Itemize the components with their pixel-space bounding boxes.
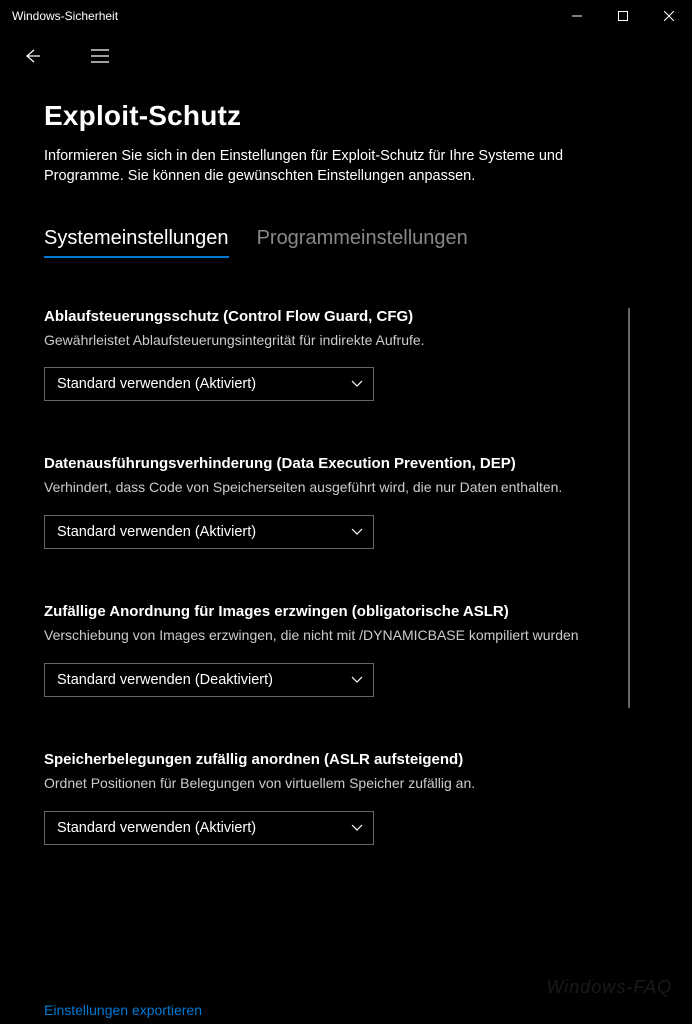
settings-list: Ablaufsteuerungsschutz (Control Flow Gua… <box>44 308 648 846</box>
back-button[interactable] <box>12 36 52 76</box>
minimize-button[interactable] <box>554 0 600 32</box>
watermark: Windows-FAQ <box>546 977 672 998</box>
setting-bottomup-aslr: Speicherbelegungen zufällig anordnen (AS… <box>44 751 608 845</box>
setting-description: Gewährleistet Ablaufsteuerungsintegrität… <box>44 331 604 350</box>
chevron-down-icon <box>351 671 363 689</box>
setting-dep: Datenausführungsverhinderung (Data Execu… <box>44 455 608 549</box>
chevron-down-icon <box>351 819 363 837</box>
setting-dropdown-mandatory-aslr[interactable]: Standard verwenden (Deaktiviert) <box>44 663 374 697</box>
setting-title: Zufällige Anordnung für Images erzwingen… <box>44 603 608 620</box>
setting-description: Verhindert, dass Code von Speicherseiten… <box>44 478 604 497</box>
content-area: Exploit-Schutz Informieren Sie sich in d… <box>0 80 692 845</box>
window-controls <box>554 0 692 32</box>
back-arrow-icon <box>22 46 42 66</box>
maximize-button[interactable] <box>600 0 646 32</box>
dropdown-value: Standard verwenden (Aktiviert) <box>57 376 256 392</box>
hamburger-icon <box>91 49 109 63</box>
tab-program-settings[interactable]: Programmeinstellungen <box>257 227 468 258</box>
setting-title: Ablaufsteuerungsschutz (Control Flow Gua… <box>44 308 608 325</box>
dropdown-value: Standard verwenden (Aktiviert) <box>57 524 256 540</box>
chevron-down-icon <box>351 375 363 393</box>
close-button[interactable] <box>646 0 692 32</box>
menu-button[interactable] <box>80 36 120 76</box>
export-settings-link[interactable]: Einstellungen exportieren <box>44 1002 202 1018</box>
setting-description: Verschiebung von Images erzwingen, die n… <box>44 626 604 645</box>
setting-title: Speicherbelegungen zufällig anordnen (AS… <box>44 751 608 768</box>
setting-mandatory-aslr: Zufällige Anordnung für Images erzwingen… <box>44 603 608 697</box>
setting-dropdown-bottomup-aslr[interactable]: Standard verwenden (Aktiviert) <box>44 811 374 845</box>
close-icon <box>664 11 674 21</box>
dropdown-value: Standard verwenden (Deaktiviert) <box>57 672 273 688</box>
minimize-icon <box>572 11 582 21</box>
scrollbar[interactable] <box>628 308 630 708</box>
maximize-icon <box>618 11 628 21</box>
tab-system-settings[interactable]: Systemeinstellungen <box>44 227 229 258</box>
tabs: Systemeinstellungen Programmeinstellunge… <box>44 227 648 258</box>
titlebar: Windows-Sicherheit <box>0 0 692 32</box>
dropdown-value: Standard verwenden (Aktiviert) <box>57 820 256 836</box>
window-title: Windows-Sicherheit <box>12 9 118 23</box>
page-title: Exploit-Schutz <box>44 100 648 132</box>
setting-cfg: Ablaufsteuerungsschutz (Control Flow Gua… <box>44 308 608 402</box>
topbar <box>0 32 692 80</box>
setting-dropdown-dep[interactable]: Standard verwenden (Aktiviert) <box>44 515 374 549</box>
chevron-down-icon <box>351 523 363 541</box>
setting-description: Ordnet Positionen für Belegungen von vir… <box>44 774 604 793</box>
page-description: Informieren Sie sich in den Einstellunge… <box>44 146 624 187</box>
setting-dropdown-cfg[interactable]: Standard verwenden (Aktiviert) <box>44 367 374 401</box>
setting-title: Datenausführungsverhinderung (Data Execu… <box>44 455 608 472</box>
